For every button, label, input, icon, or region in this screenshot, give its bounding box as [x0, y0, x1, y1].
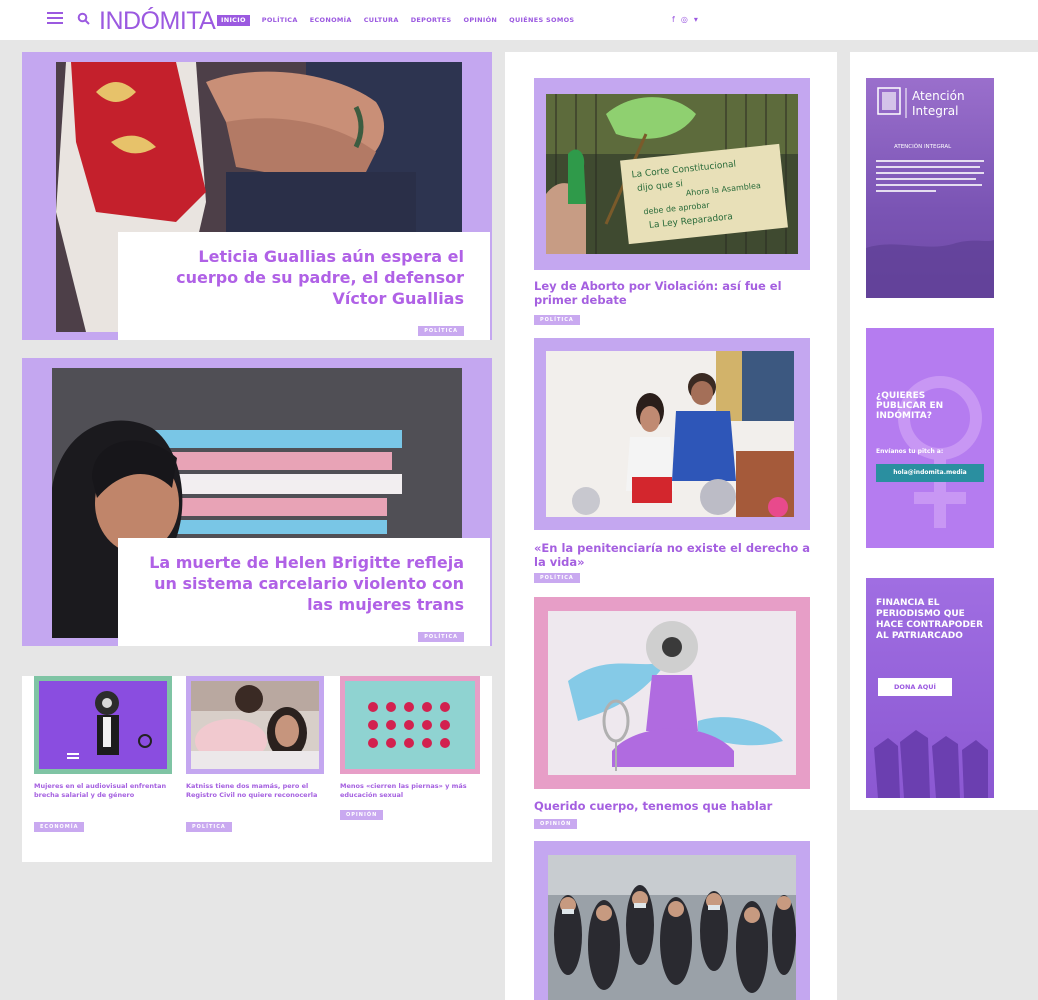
mid-photo-4-art	[548, 855, 796, 1000]
raised-fists-icon	[874, 730, 988, 798]
small-photo-1[interactable]	[34, 676, 172, 774]
ad-financia-heading: FINANCIA EL PERIODISMO QUE HACE CONTRAPO…	[876, 598, 984, 641]
category-tag[interactable]: Opinión	[534, 819, 578, 829]
hero-card-2[interactable]: La muerte de Helen Brigitte refleja un s…	[118, 538, 490, 646]
small-photo-2-art	[191, 681, 319, 769]
hero-title-2[interactable]: La muerte de Helen Brigitte refleja un s…	[138, 552, 464, 615]
category-tag[interactable]: Opinión	[340, 810, 384, 820]
category-tag[interactable]: Economía	[34, 822, 85, 832]
category-tag[interactable]: Política	[418, 632, 464, 642]
ad-publicar-email[interactable]: hola@indomita.media	[876, 464, 984, 482]
top-bar: INDÓMITA Inicio Política Economía Cultur…	[0, 0, 1038, 40]
category-tag[interactable]: Política	[534, 573, 580, 583]
mid-photo-2[interactable]	[534, 338, 810, 530]
mid-title-1[interactable]: Ley de Aborto por Violación: así fue el …	[534, 279, 819, 307]
nav-inicio[interactable]: Inicio	[217, 15, 250, 26]
small-title-1[interactable]: Mujeres en el audiovisual enfrentan brec…	[34, 782, 172, 800]
ad-atencion-title-2: Integral	[912, 104, 958, 118]
small-title-2[interactable]: Katniss tiene dos mamás, pero el Registr…	[186, 782, 324, 800]
mid-title-3[interactable]: Querido cuerpo, tenemos que hablar	[534, 799, 819, 813]
small-stories-panel: Mujeres en el audiovisual enfrentan brec…	[22, 676, 492, 862]
small-title-3[interactable]: Menos «cierren las piernas» y más educac…	[340, 782, 480, 800]
mid-photo-3[interactable]	[534, 597, 810, 789]
ad-atencion-integral[interactable]: Atención Integral ATENCIÓN INTEGRAL	[866, 78, 994, 298]
small-photo-3[interactable]	[340, 676, 480, 774]
ad-atencion-subtitle: ATENCIÓN INTEGRAL	[894, 143, 952, 150]
mid-title-2[interactable]: «En la penitenciaría no existe el derech…	[534, 541, 819, 569]
donate-button[interactable]: DONA AQUÍ	[878, 678, 952, 696]
instagram-icon[interactable]: ◎	[681, 14, 688, 26]
ad-publicar-heading: ¿QUIERES PUBLICAR EN INDÓMITA?	[876, 391, 944, 421]
nav-cultura[interactable]: Cultura	[364, 15, 399, 26]
nav-quienes-somos[interactable]: Quiénes somos	[509, 15, 574, 26]
mid-photo-1-art: La Corte Constitucional dijo que si Ahor…	[546, 94, 798, 254]
nav-deportes[interactable]: Deportes	[411, 15, 452, 26]
main-nav: Inicio Política Economía Cultura Deporte…	[217, 15, 574, 26]
mid-photo-1[interactable]: La Corte Constitucional dijo que si Ahor…	[534, 78, 810, 270]
category-tag[interactable]: Política	[534, 315, 580, 325]
category-tag[interactable]: Política	[418, 326, 464, 336]
ad-publicar[interactable]: ¿QUIERES PUBLICAR EN INDÓMITA? Envíanos …	[866, 328, 994, 548]
ad-atencion-title-1: Atención	[912, 89, 965, 103]
mid-photo-3-art	[548, 611, 796, 775]
hero-title-1[interactable]: Leticia Guallias aún espera el cuerpo de…	[138, 246, 464, 309]
hero-card-1[interactable]: Leticia Guallias aún espera el cuerpo de…	[118, 232, 490, 340]
small-photo-3-art	[345, 681, 475, 769]
small-photo-2[interactable]	[186, 676, 324, 774]
nav-opinion[interactable]: Opinión	[464, 15, 498, 26]
category-tag[interactable]: Política	[186, 822, 232, 832]
hero-story-2[interactable]: La muerte de Helen Brigitte refleja un s…	[22, 358, 492, 646]
nav-politica[interactable]: Política	[262, 15, 298, 26]
menu-icon[interactable]	[47, 12, 63, 25]
ad-financia[interactable]: FINANCIA EL PERIODISMO QUE HACE CONTRAPO…	[866, 578, 994, 798]
nav-economia[interactable]: Economía	[310, 15, 352, 26]
ad-atencion-art: Atención Integral ATENCIÓN INTEGRAL	[866, 87, 994, 298]
female-symbol-icon	[898, 376, 982, 528]
mid-photo-4[interactable]	[534, 841, 810, 1000]
twitter-icon[interactable]: ▾	[694, 14, 698, 26]
social-links: f ◎ ▾	[672, 14, 698, 26]
facebook-icon[interactable]: f	[672, 14, 675, 26]
site-logo[interactable]: INDÓMITA	[99, 7, 216, 35]
ad-publicar-sub: Envíanos tu pitch a:	[876, 448, 944, 455]
small-photo-1-art	[39, 681, 167, 769]
hero-story-1[interactable]: Leticia Guallias aún espera el cuerpo de…	[22, 52, 492, 340]
search-icon[interactable]	[77, 12, 91, 26]
mid-photo-2-art	[546, 351, 794, 517]
